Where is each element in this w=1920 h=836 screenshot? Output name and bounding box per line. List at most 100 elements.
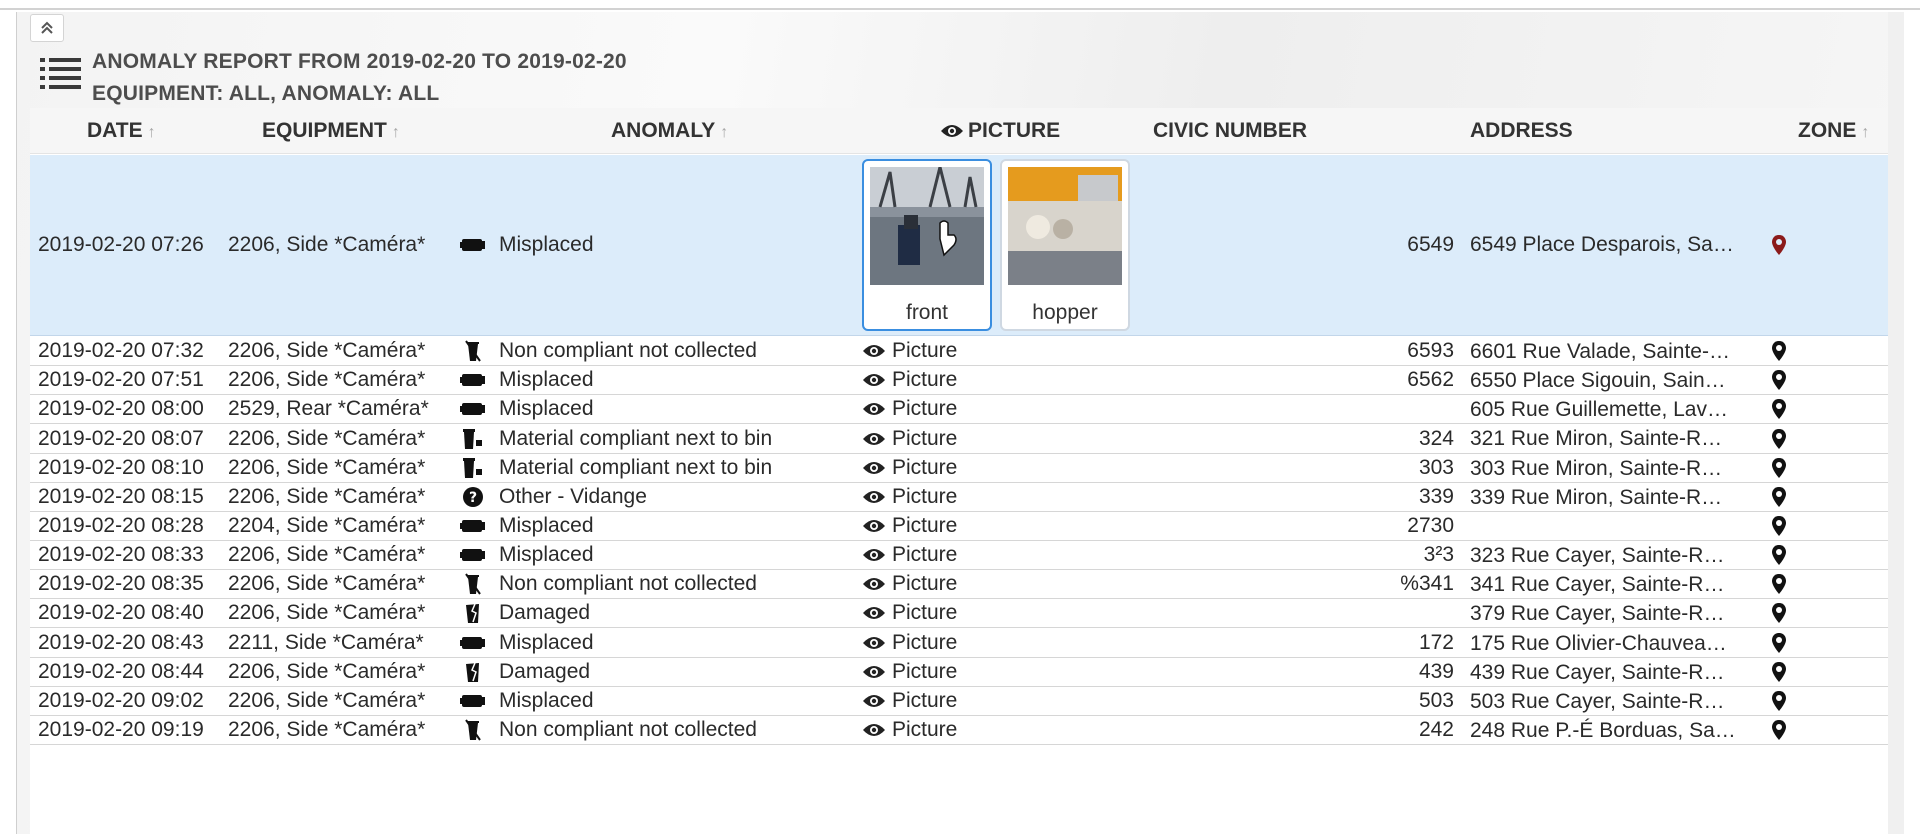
row-civic-number: 339 [1418,484,1454,508]
table-row-selected[interactable]: 2019-02-20 07:26 2206, Side *Caméra* Mis… [30,155,1888,336]
thumbnail-hopper[interactable]: hopper [1000,159,1130,331]
row-address: 605 Rue Guillemette, Lav… [1470,398,1728,422]
row-address: 503 Rue Cayer, Sainte-R… [1470,689,1725,713]
picture-link-label: Picture [892,543,958,567]
misplaced-bin-icon [458,512,488,540]
column-header-date[interactable]: DATE ↑ [87,108,156,154]
column-header-anomaly[interactable]: ANOMALY ↑ [611,108,728,154]
map-pin-icon[interactable] [1764,629,1794,657]
picture-link[interactable]: Picture [862,629,1082,657]
picture-link[interactable]: Picture [862,658,1082,686]
list-icon [40,58,81,89]
picture-link[interactable]: Picture [862,366,1082,394]
row-equipment: 2529, Rear *Caméra* [228,397,429,421]
map-pin-icon[interactable] [1764,454,1794,482]
eye-icon [863,432,885,445]
picture-link-label: Picture [892,455,958,479]
table-row[interactable]: 2019-02-20 07:51 2206, Side *Caméra* Mispl… [30,366,1888,396]
row-civic-number: %341 [1400,572,1454,596]
picture-link-label: Picture [892,368,958,392]
column-header-address[interactable]: ADDRESS [1470,108,1573,154]
table-row[interactable]: 2019-02-20 08:43 2211, Side *Caméra* Mispl… [30,628,1888,658]
row-equipment: 2206, Side *Caméra* [228,659,426,683]
table-row[interactable]: 2019-02-20 08:28 2204, Side *Caméra* Mispl… [30,511,1888,542]
front-camera-photo [870,167,984,285]
row-anomaly: Misplaced [499,397,594,421]
picture-link[interactable]: Picture [862,483,1082,511]
picture-link[interactable]: Picture [862,716,1082,744]
eye-icon [863,724,885,736]
map-pin-icon[interactable] [1764,337,1794,365]
row-anomaly: Misplaced [499,513,594,537]
row-equipment: 2206, Side *Caméra* [228,688,426,712]
column-header-equipment[interactable]: EQUIPMENT ↑ [262,108,400,154]
picture-link[interactable]: Picture [862,512,1082,540]
picture-link-label: Picture [892,688,958,712]
row-date: 2019-02-20 08:35 [38,572,204,596]
map-pin-icon[interactable] [1764,512,1794,540]
row-date: 2019-02-20 08:40 [38,601,204,625]
map-pin-icon[interactable] [1764,395,1794,423]
row-date: 2019-02-20 09:19 [38,718,204,741]
picture-link[interactable]: Picture [862,541,1082,569]
eye-icon [863,403,885,416]
row-address: 6601 Rue Valade, Sainte-… [1470,340,1730,363]
row-address: 175 Rue Olivier-Chauvea… [1470,631,1727,655]
svg-text:?: ? [469,490,477,506]
damaged-bin-icon [458,599,488,627]
table-row[interactable]: 2019-02-20 08:33 2206, Side *Caméra* Mispl… [30,541,1888,571]
table-row[interactable]: 2019-02-20 08:35 2206, Side *Caméra* Non c… [30,570,1888,600]
row-anomaly: Other - Vidange [499,484,647,508]
row-date: 2019-02-20 08:44 [38,659,204,683]
map-pin-icon[interactable] [1764,155,1794,335]
picture-link[interactable]: Picture [862,570,1082,598]
row-equipment: 2206, Side *Caméra* [228,572,426,596]
column-header-zone[interactable]: ZONE ↑ [1798,108,1869,154]
material-next-to-bin-icon [458,424,488,452]
eye-icon [863,374,885,387]
collapse-button[interactable] [30,14,64,42]
row-date: 2019-02-20 07:51 [38,368,204,392]
table-row[interactable]: 2019-02-20 08:44 2206, Side *Caméra* Damag… [30,657,1888,687]
misplaced-bin-icon [458,687,488,715]
table-row[interactable]: 2019-02-20 07:32 2206, Side *Caméra* Non c… [30,337,1888,367]
map-pin-icon[interactable] [1764,424,1794,452]
picture-link[interactable]: Picture [862,599,1082,627]
table-row[interactable]: 2019-02-20 09:19 2206, Side *Caméra* Non c… [30,715,1888,746]
sort-arrow-icon: ↑ [1861,124,1870,141]
picture-link[interactable]: Picture [862,395,1082,423]
map-pin-icon[interactable] [1764,687,1794,715]
scrollbar-track[interactable] [1888,12,1904,834]
table-row[interactable]: 2019-02-20 09:02 2206, Side *Caméra* Mispl… [30,686,1888,716]
row-civic-number: 503 [1418,688,1454,712]
row-equipment: 2204, Side *Caméra* [228,513,426,537]
table-row[interactable]: 2019-02-20 08:10 2206, Side *Caméra* Mater… [30,453,1888,483]
row-date: 2019-02-20 08:43 [38,630,204,654]
table-row[interactable]: 2019-02-20 08:15 2206, Side *Caméra*? Othe… [30,482,1888,512]
picture-link[interactable]: Picture [862,424,1082,452]
picture-link[interactable]: Picture [862,337,1082,365]
column-header-picture[interactable]: PICTURE [940,108,1060,154]
report-title: ANOMALY REPORT FROM 2019-02-20 TO 2019-0… [92,46,627,110]
map-pin-icon[interactable] [1764,599,1794,627]
picture-link[interactable]: Picture [862,687,1082,715]
map-pin-icon[interactable] [1764,541,1794,569]
picture-link[interactable]: Picture [862,454,1082,482]
row-address: 339 Rue Miron, Sainte-R… [1470,485,1723,509]
map-pin-icon[interactable] [1764,366,1794,394]
damaged-bin-icon [458,658,488,686]
map-pin-icon[interactable] [1764,716,1794,744]
eye-icon [863,578,885,591]
map-pin-icon[interactable] [1764,570,1794,598]
row-civic-number: 6562 [1407,368,1454,392]
sort-arrow-icon: ↑ [720,124,729,141]
column-header-anomaly-label: ANOMALY [611,119,716,142]
table-row[interactable]: 2019-02-20 08:40 2206, Side *Caméra* Damag… [30,599,1888,629]
column-header-civic-number[interactable]: CIVIC NUMBER [1153,108,1307,154]
map-pin-icon[interactable] [1764,658,1794,686]
misplaced-bin-icon [458,541,488,569]
table-row[interactable]: 2019-02-20 08:07 2206, Side *Caméra* Mater… [30,424,1888,454]
thumbnail-front[interactable]: front [862,159,992,331]
table-row[interactable]: 2019-02-20 08:00 2529, Rear *Caméra* Mispl… [30,395,1888,425]
map-pin-icon[interactable] [1764,483,1794,511]
